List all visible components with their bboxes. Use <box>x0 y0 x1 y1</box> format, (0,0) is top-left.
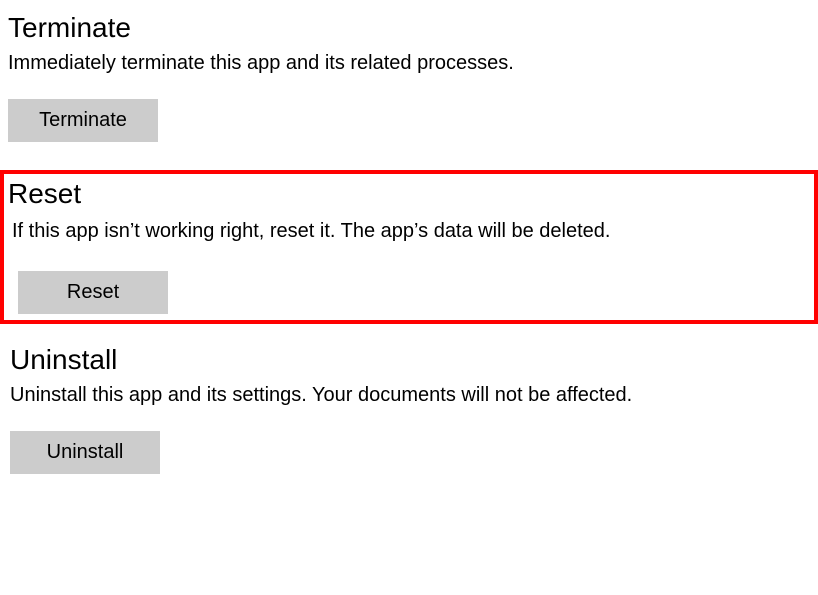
terminate-button[interactable]: Terminate <box>8 99 158 142</box>
reset-section: Reset If this app isn’t working right, r… <box>4 174 808 314</box>
uninstall-heading: Uninstall <box>10 344 810 376</box>
terminate-heading: Terminate <box>8 12 810 44</box>
reset-heading: Reset <box>8 178 808 210</box>
uninstall-section: Uninstall Uninstall this app and its set… <box>0 344 818 502</box>
reset-section-highlight: Reset If this app isn’t working right, r… <box>0 170 818 324</box>
terminate-section: Terminate Immediately terminate this app… <box>0 0 818 170</box>
uninstall-button[interactable]: Uninstall <box>10 431 160 474</box>
reset-description: If this app isn’t working right, reset i… <box>12 220 808 243</box>
uninstall-description: Uninstall this app and its settings. You… <box>10 384 810 407</box>
reset-button[interactable]: Reset <box>18 271 168 314</box>
terminate-description: Immediately terminate this app and its r… <box>8 52 810 75</box>
